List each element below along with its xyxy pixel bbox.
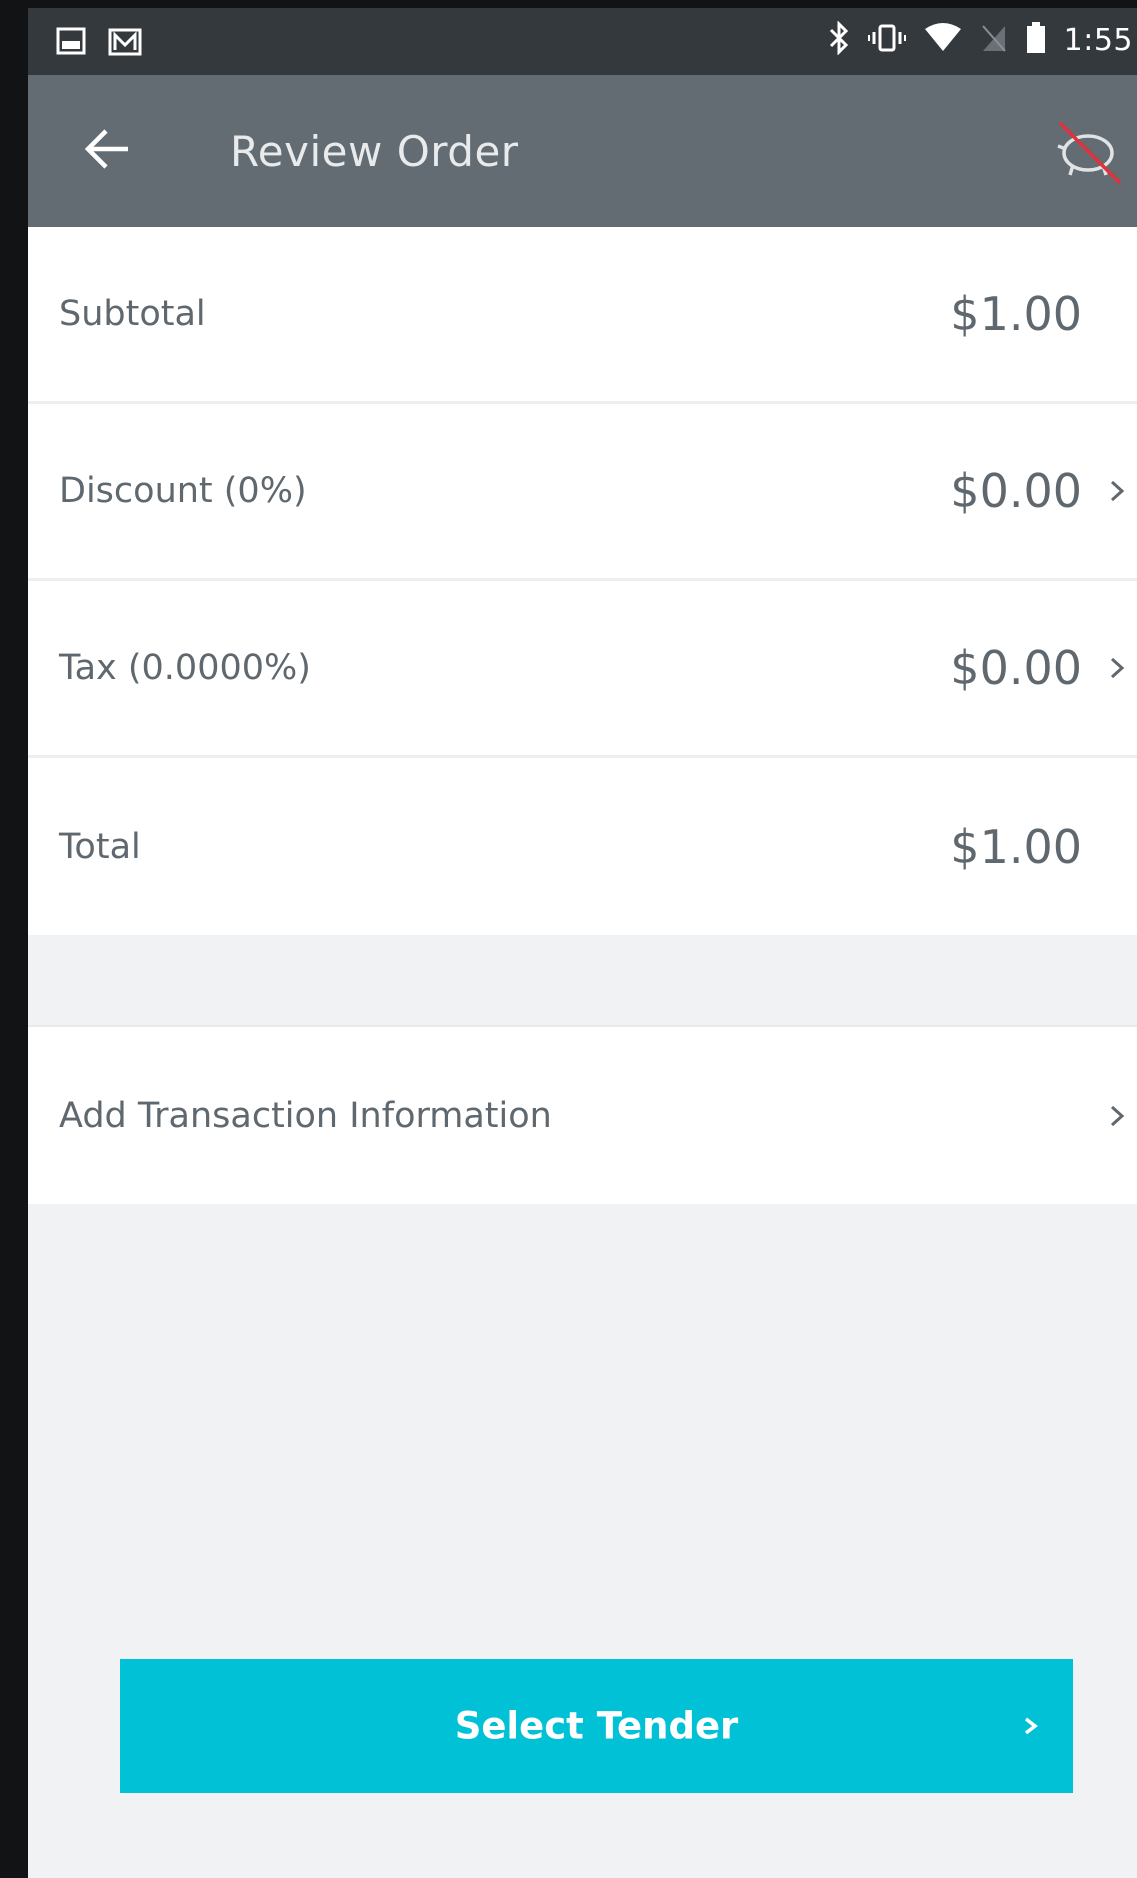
device-bezel-top [0, 0, 1137, 8]
discount-value: $0.00 [950, 464, 1082, 518]
subtotal-value: $1.00 [950, 287, 1082, 341]
status-bar-notifications [56, 26, 142, 60]
tax-row[interactable]: Tax (0.0000%) $0.00 [28, 581, 1137, 758]
status-bar-system: 1:55 [828, 20, 1137, 60]
status-bar: 1:55 [28, 8, 1137, 75]
back-button[interactable] [78, 119, 138, 179]
discount-row[interactable]: Discount (0%) $0.00 [28, 404, 1137, 581]
vibrate-icon [867, 23, 906, 57]
select-tender-label: Select Tender [454, 1704, 739, 1748]
tax-label: Tax (0.0000%) [59, 648, 311, 688]
total-value: $1.00 [950, 819, 1082, 874]
app-bar: Review Order [28, 75, 1137, 227]
chevron-right-icon [1024, 1717, 1038, 1735]
arrow-left-icon [84, 129, 128, 169]
order-summary: Subtotal $1.00 Discount (0%) $0.00 Tax (… [28, 227, 1137, 935]
subtotal-label: Subtotal [59, 294, 206, 334]
gmail-icon [108, 26, 142, 60]
gallery-icon [56, 27, 86, 59]
bluetooth-icon [828, 20, 850, 59]
page-title: Review Order [230, 127, 519, 176]
total-label: Total [59, 826, 141, 867]
chevron-right-icon [1110, 657, 1125, 679]
offline-status-button[interactable] [1048, 113, 1128, 193]
app-screen: 1:55 Review Order Subtotal $1.00 Discoun… [28, 8, 1137, 1878]
add-transaction-info-row[interactable]: Add Transaction Information [28, 1025, 1137, 1204]
select-tender-button[interactable]: Select Tender [120, 1659, 1073, 1793]
tax-value: $0.00 [950, 641, 1082, 695]
chevron-right-icon [1110, 480, 1125, 502]
offline-piggy-bank-icon [1057, 121, 1122, 185]
subtotal-row: Subtotal $1.00 [28, 227, 1137, 404]
add-transaction-info-label: Add Transaction Information [59, 1095, 552, 1136]
chevron-right-icon [1110, 1105, 1125, 1126]
battery-icon [1026, 22, 1046, 58]
wifi-icon [924, 23, 962, 57]
device-bezel [0, 0, 28, 1878]
discount-label: Discount (0%) [59, 471, 307, 511]
device-frame: 1:55 Review Order Subtotal $1.00 Discoun… [0, 0, 1137, 1878]
no-sim-icon [980, 23, 1008, 57]
total-row: Total $1.00 [28, 758, 1137, 935]
status-time: 1:55 [1063, 22, 1133, 58]
